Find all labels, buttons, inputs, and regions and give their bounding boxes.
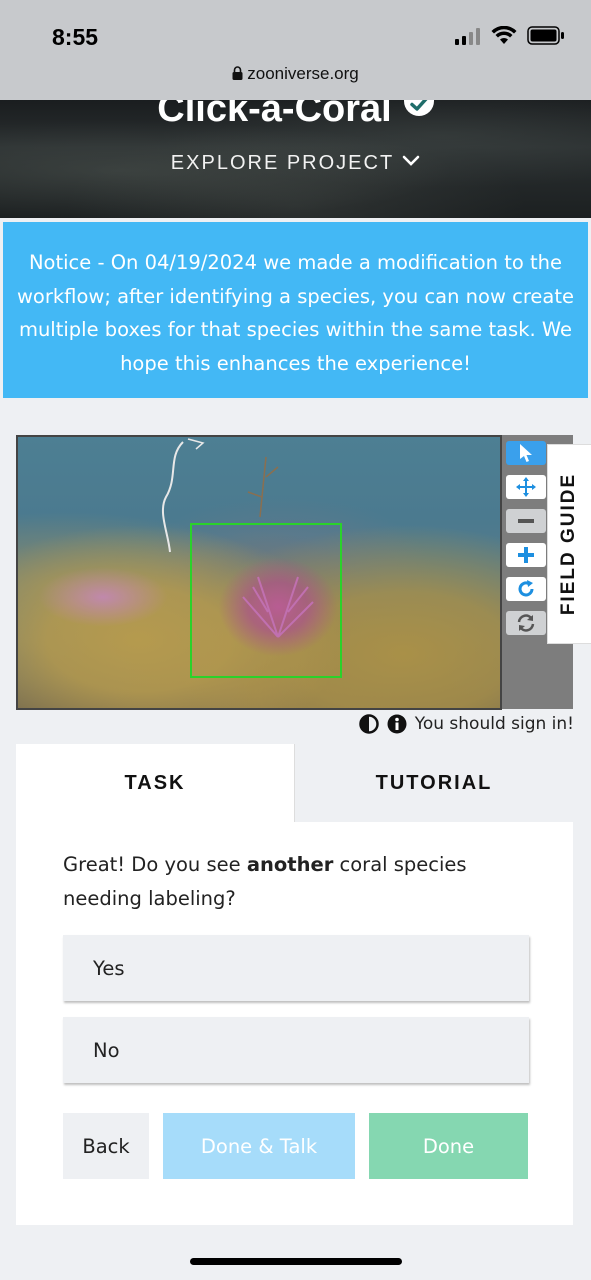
project-title-text: Click-a-Coral <box>157 100 392 130</box>
tab-task[interactable]: TASK <box>16 744 294 822</box>
task-tabs: TASK TUTORIAL <box>16 744 573 822</box>
bounding-box[interactable] <box>190 523 342 678</box>
info-icon[interactable] <box>387 714 407 734</box>
answer-no-label: No <box>93 1038 120 1062</box>
reset-icon <box>517 614 535 632</box>
notice-text: Notice - On 04/19/2024 we made a modific… <box>16 251 575 375</box>
zoom-out-button[interactable] <box>506 509 546 533</box>
explore-project-button[interactable]: EXPLORE PROJECT <box>0 150 591 175</box>
viewer-info-row: You should sign in! <box>358 714 574 734</box>
answer-no-button[interactable]: No <box>63 1017 529 1083</box>
explore-project-label: EXPLORE PROJECT <box>170 152 395 174</box>
sign-in-message: You should sign in! <box>414 714 574 734</box>
signal-icon <box>455 27 480 45</box>
answer-yes-button[interactable]: Yes <box>63 935 529 1001</box>
notice-banner: Notice - On 04/19/2024 we made a modific… <box>3 222 588 398</box>
verified-icon <box>403 100 434 116</box>
project-header: Click-a-Coral EXPLORE PROJECT <box>0 100 591 218</box>
field-guide-label: FIELD GUIDE <box>558 472 580 616</box>
back-button[interactable]: Back <box>63 1113 149 1179</box>
answer-yes-label: Yes <box>93 956 125 980</box>
zoom-in-button[interactable] <box>506 543 546 567</box>
zoom-out-icon <box>518 519 534 523</box>
wifi-icon <box>491 26 517 44</box>
field-guide-tab[interactable]: FIELD GUIDE <box>547 444 591 644</box>
pointer-tool-button[interactable] <box>506 441 546 465</box>
browser-status-bar: 8:55 zooniverse.org <box>0 0 591 100</box>
chevron-down-icon <box>402 150 420 173</box>
tab-task-label: TASK <box>124 771 186 794</box>
tab-tutorial[interactable]: TUTORIAL <box>294 744 573 822</box>
task-panel: TASK TUTORIAL Great! Do you see another … <box>16 744 573 1225</box>
move-tool-button[interactable] <box>506 475 546 499</box>
back-label: Back <box>82 1134 130 1158</box>
done-button[interactable]: Done <box>369 1113 528 1179</box>
home-indicator[interactable] <box>190 1258 402 1265</box>
battery-icon <box>527 26 564 45</box>
project-title[interactable]: Click-a-Coral <box>0 100 591 131</box>
status-time: 8:55 <box>52 24 99 50</box>
question-emphasis: another <box>246 853 334 876</box>
rotate-button[interactable] <box>506 577 546 601</box>
task-question: Great! Do you see another coral species … <box>63 848 523 916</box>
url-bar[interactable]: zooniverse.org <box>0 64 591 84</box>
move-icon <box>516 477 536 497</box>
done-label: Done <box>422 1134 475 1158</box>
rotate-icon <box>518 580 534 597</box>
tab-tutorial-label: TUTORIAL <box>375 771 493 794</box>
done-and-talk-button[interactable]: Done & Talk <box>163 1113 355 1179</box>
done-and-talk-label: Done & Talk <box>200 1134 318 1158</box>
subject-image[interactable] <box>16 435 502 710</box>
lock-icon <box>232 66 243 80</box>
pointer-icon <box>520 444 532 462</box>
zoom-in-icon <box>518 547 534 563</box>
reset-button[interactable] <box>506 611 546 635</box>
contrast-icon[interactable] <box>358 714 379 734</box>
url-text: zooniverse.org <box>247 64 359 83</box>
status-icons <box>455 26 565 45</box>
question-prefix: Great! Do you see <box>63 853 247 876</box>
